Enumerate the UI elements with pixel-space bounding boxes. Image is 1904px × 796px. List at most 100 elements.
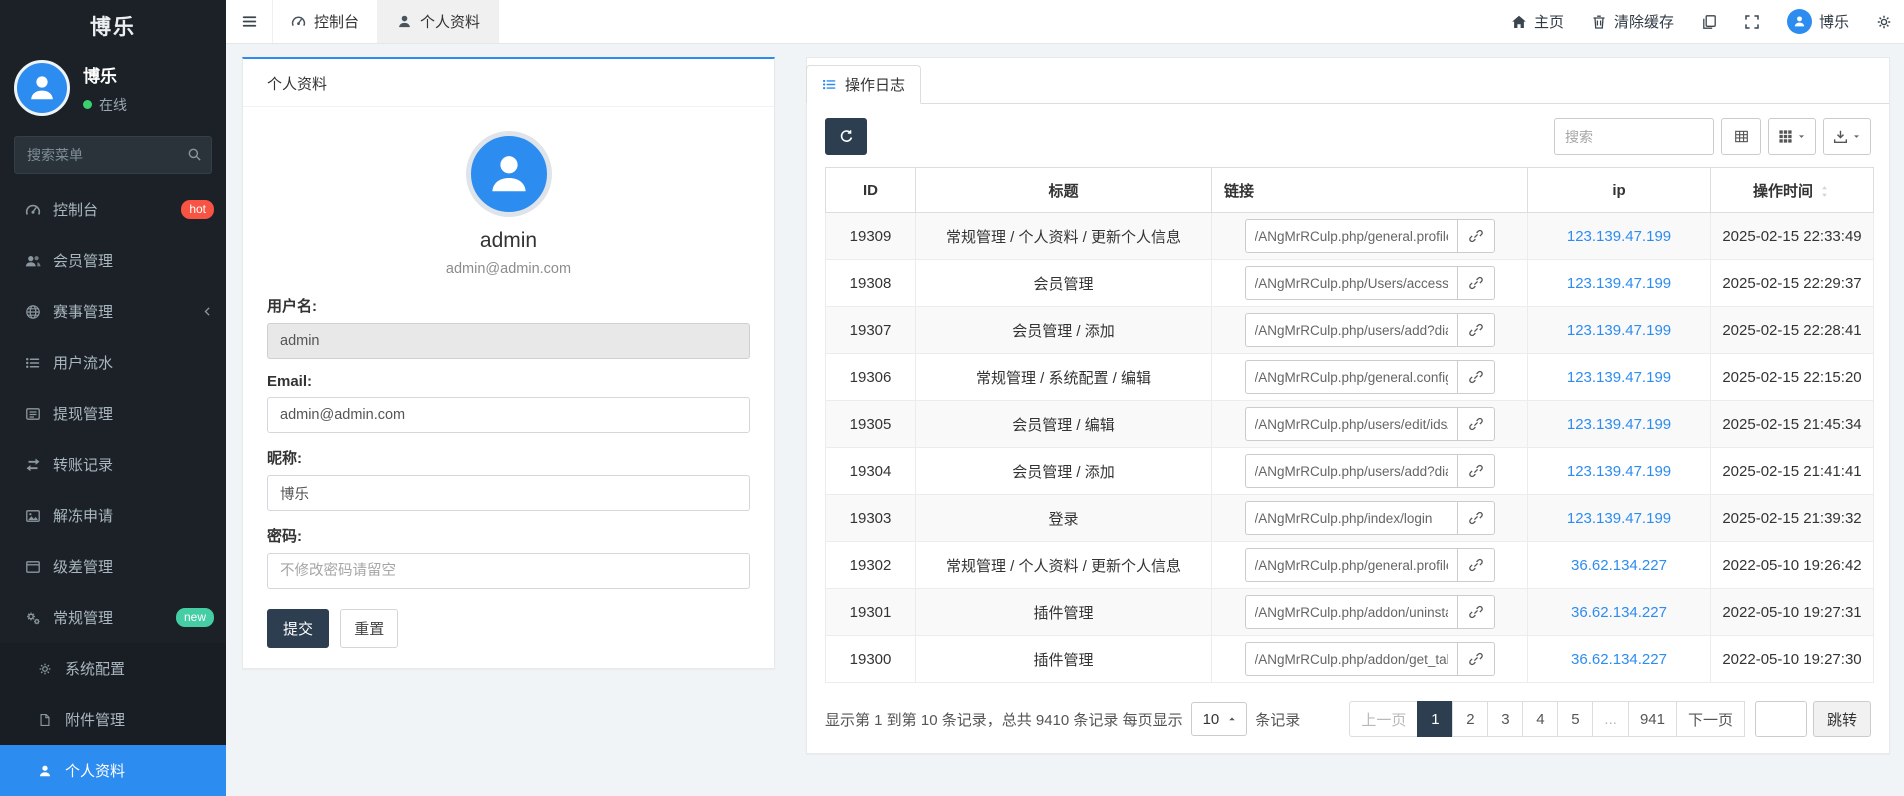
open-link-button[interactable] [1457, 360, 1495, 394]
log-url-input[interactable] [1245, 548, 1457, 582]
log-url-input[interactable] [1245, 407, 1457, 441]
sidebar-item[interactable]: 控制台 hot [0, 184, 226, 235]
log-ip-link[interactable]: 123.139.47.199 [1567, 416, 1671, 433]
log-url-input[interactable] [1245, 642, 1457, 676]
log-time: 2025-02-15 22:33:49 [1711, 213, 1874, 260]
link-icon [1469, 370, 1483, 384]
log-url-input[interactable] [1245, 454, 1457, 488]
page-button[interactable]: 4 [1522, 701, 1558, 737]
sidebar-item[interactable]: 会员管理 [0, 235, 226, 286]
sidebar-item[interactable]: 赛事管理 [0, 286, 226, 337]
log-time: 2025-02-15 22:29:37 [1711, 260, 1874, 307]
page-button[interactable]: 5 [1557, 701, 1593, 737]
toggle-view-button[interactable] [1721, 118, 1761, 155]
page-button[interactable]: 3 [1487, 701, 1523, 737]
profile-form: 用户名: Email: 昵称: 密码: 提交 重置 [243, 277, 774, 648]
export-dropdown-button[interactable] [1823, 118, 1871, 155]
log-ip-link[interactable]: 123.139.47.199 [1567, 463, 1671, 480]
page-size-select[interactable]: 10 [1191, 702, 1248, 736]
log-ip-link[interactable]: 36.62.134.227 [1571, 651, 1667, 668]
records-summary: 显示第 1 到第 10 条记录，总共 9410 条记录 每页显示 10 条记录 [825, 702, 1300, 736]
log-search-input[interactable] [1554, 118, 1714, 155]
columns-dropdown-button[interactable] [1768, 118, 1816, 155]
log-url-input[interactable] [1245, 360, 1457, 394]
sidebar-item[interactable]: 常规管理 new [0, 592, 226, 643]
sidebar-item[interactable]: 转账记录 [0, 439, 226, 490]
open-link-button[interactable] [1457, 548, 1495, 582]
username-field[interactable] [267, 323, 750, 359]
clear-cache-button[interactable]: 清除缓存 [1591, 11, 1674, 32]
sidebar-subitem[interactable]: 附件管理 [0, 694, 226, 745]
sidebar-item[interactable]: 用户流水 [0, 337, 226, 388]
sidebar-subitem[interactable]: 系统配置 [0, 643, 226, 694]
jump-page-input[interactable] [1755, 701, 1807, 737]
menu-search-input[interactable] [14, 136, 212, 174]
email-field[interactable] [267, 397, 750, 433]
open-link-button[interactable] [1457, 454, 1495, 488]
log-ip-link[interactable]: 36.62.134.227 [1571, 557, 1667, 574]
file-icon [36, 713, 54, 727]
gears-icon [24, 610, 42, 626]
log-ip-link[interactable]: 123.139.47.199 [1567, 322, 1671, 339]
users-icon [24, 253, 42, 269]
fullscreen-button[interactable] [1744, 14, 1760, 30]
log-url-input[interactable] [1245, 266, 1457, 300]
page-button[interactable]: 941 [1628, 701, 1677, 737]
log-ip-link[interactable]: 123.139.47.199 [1567, 228, 1671, 245]
password-field[interactable] [267, 553, 750, 589]
refresh-button[interactable] [825, 118, 867, 155]
open-link-button[interactable] [1457, 219, 1495, 253]
log-url-group [1245, 360, 1495, 394]
dashboard-icon [291, 14, 306, 29]
topbar-tabs: 控制台 个人资料 [272, 0, 499, 43]
log-url-input[interactable] [1245, 313, 1457, 347]
sidebar-subitem[interactable]: 个人资料 [0, 745, 226, 796]
open-link-button[interactable] [1457, 313, 1495, 347]
sidebar-item[interactable]: 提现管理 [0, 388, 226, 439]
log-url-input[interactable] [1245, 595, 1457, 629]
column-header-title[interactable]: 标题 [916, 168, 1212, 213]
tab-operation-log[interactable]: 操作日志 [806, 65, 921, 104]
topbar-tab[interactable]: 控制台 [272, 0, 378, 43]
shortcuts-button[interactable] [1701, 14, 1717, 30]
log-ip-link[interactable]: 36.62.134.227 [1571, 604, 1667, 621]
log-ip-link[interactable]: 123.139.47.199 [1567, 369, 1671, 386]
open-link-button[interactable] [1457, 501, 1495, 535]
open-link-button[interactable] [1457, 407, 1495, 441]
link-icon [1469, 558, 1483, 572]
log-ip-link[interactable]: 123.139.47.199 [1567, 275, 1671, 292]
sidebar-item-label: 赛事管理 [53, 301, 113, 322]
sidebar-item[interactable]: 解冻申请 [0, 490, 226, 541]
page-button[interactable]: ... [1592, 701, 1629, 737]
log-row: 19305 会员管理 / 编辑 123.139.47.199 2025-02-1… [826, 401, 1874, 448]
page-button[interactable]: 1 [1417, 701, 1453, 737]
log-url-input[interactable] [1245, 501, 1457, 535]
sidebar-item[interactable]: 级差管理 [0, 541, 226, 592]
log-url-input[interactable] [1245, 219, 1457, 253]
reset-button[interactable]: 重置 [340, 609, 398, 648]
user-menu[interactable]: 博乐 [1787, 9, 1849, 34]
open-link-button[interactable] [1457, 595, 1495, 629]
page-button[interactable]: 下一页 [1676, 701, 1745, 737]
topbar-user-name: 博乐 [1819, 11, 1849, 32]
nickname-field[interactable] [267, 475, 750, 511]
settings-button[interactable] [1876, 14, 1892, 30]
link-icon [1469, 323, 1483, 337]
column-header-id[interactable]: ID [826, 168, 916, 213]
column-header-ip[interactable]: ip [1528, 168, 1711, 213]
jump-button[interactable]: 跳转 [1813, 701, 1871, 737]
page-button[interactable]: 2 [1452, 701, 1488, 737]
page-button[interactable]: 上一页 [1349, 701, 1418, 737]
operation-log-table: ID 标题 链接 ip 操作时间 19309 常规管理 / 个人资料 / 更新个… [825, 167, 1874, 683]
log-url-group [1245, 219, 1495, 253]
sidebar-toggle-button[interactable] [226, 0, 272, 43]
log-ip-link[interactable]: 123.139.47.199 [1567, 510, 1671, 527]
home-link[interactable]: 主页 [1511, 11, 1564, 32]
open-link-button[interactable] [1457, 266, 1495, 300]
topbar-tab[interactable]: 个人资料 [378, 0, 499, 43]
column-header-time[interactable]: 操作时间 [1711, 168, 1874, 213]
submit-button[interactable]: 提交 [267, 609, 329, 648]
log-url-group [1245, 313, 1495, 347]
column-header-url[interactable]: 链接 [1212, 168, 1528, 213]
open-link-button[interactable] [1457, 642, 1495, 676]
